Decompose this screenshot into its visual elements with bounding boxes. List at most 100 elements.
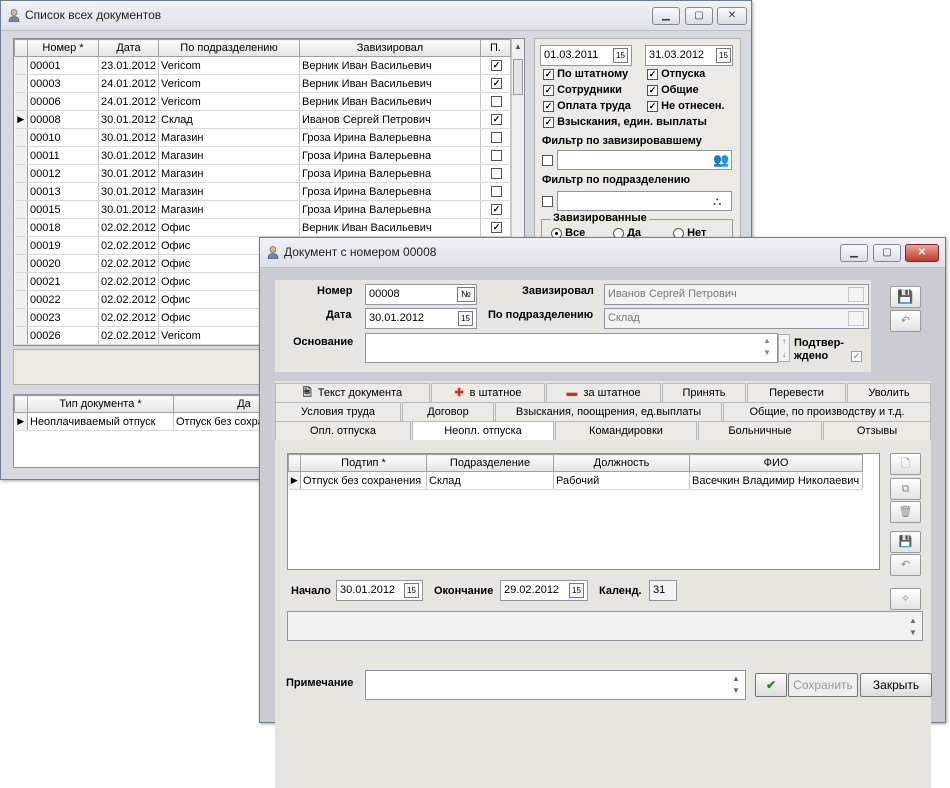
tab-tabs_row3-4[interactable]: Отзывы (823, 421, 931, 440)
header-department[interactable]: Подразделение (426, 454, 554, 472)
signed-lookup-icon[interactable] (848, 287, 864, 302)
header-p[interactable]: П. (480, 39, 511, 57)
confirmed-checkbox[interactable]: ✓ (491, 78, 502, 90)
tab-tabs_row1-1[interactable]: ✚ в штатное (431, 383, 545, 402)
confirmed-cell[interactable] (480, 164, 511, 183)
basis-scroll-arrows[interactable]: ↑ ↓ (778, 334, 790, 362)
note-spinner[interactable]: ▲ ▼ (732, 673, 740, 697)
header-position[interactable]: Должность (553, 454, 690, 472)
table-row[interactable]: 00012 30.01.2012 Магазин Гроза Ирина Валерь… (14, 164, 511, 183)
filter-checkbox-2[interactable]: ✓ Отпуска (647, 68, 705, 80)
scroll-thumb[interactable] (513, 59, 523, 95)
note-field[interactable] (365, 670, 746, 700)
filter-checkbox-7[interactable]: ✓ Взыскания, един. выплаты (543, 116, 707, 128)
tab-tabs_row1-5[interactable]: Уволить (847, 383, 931, 402)
minimize-button[interactable]: ▁ (840, 244, 868, 262)
undo-icon-button[interactable]: ↶ (890, 310, 921, 332)
confirmed-cell[interactable] (480, 182, 511, 201)
confirmed-checkbox[interactable] (491, 186, 502, 198)
wand-button[interactable]: ✧ (890, 588, 921, 610)
confirmed-checkbox[interactable]: ✓ (491, 114, 502, 126)
confirmed-checkbox[interactable]: ✓ (491, 204, 502, 216)
basis-field[interactable] (365, 333, 778, 363)
tab-tabs_row3-1[interactable]: Неопл. отпуска (412, 421, 554, 440)
filter-dept-field[interactable] (557, 191, 732, 211)
tab-tabs_row3-3[interactable]: Больничные (698, 421, 822, 440)
calendar-icon[interactable]: 15 (613, 48, 628, 63)
confirmed-checkbox[interactable] (491, 132, 502, 144)
confirmed-cell[interactable]: ✓ (480, 218, 511, 237)
confirmed-checkbox[interactable]: ✓ (491, 60, 502, 72)
table-row[interactable]: 00013 30.01.2012 Магазин Гроза Ирина Валерь… (14, 182, 511, 201)
filter-signed-checkbox[interactable] (542, 153, 553, 167)
copy-record-button[interactable]: ⧉ (890, 478, 921, 500)
tab-tabs_row3-2[interactable]: Командировки (555, 421, 697, 440)
filter-dept-checkbox[interactable] (542, 194, 553, 208)
document-types-grid[interactable]: Тип документа * Да ▶ Неоплачиваемый отпу… (13, 394, 273, 468)
confirmed-cell[interactable] (480, 146, 511, 165)
tab-tabs_row2-2[interactable]: Взыскания, поощрения, ед.выплаты (495, 402, 722, 421)
tab-tabs_row3-0[interactable]: Опл. отпуска (275, 421, 411, 440)
scroll-up-arrow[interactable]: ▲ (512, 39, 524, 55)
tab-tabs_row2-0[interactable]: Условия труда (275, 402, 401, 421)
maximize-button[interactable]: ▢ (685, 7, 713, 25)
header-date[interactable]: Дата (98, 39, 159, 57)
number-generate-icon[interactable]: № (457, 287, 475, 302)
close-button[interactable]: ✕ (905, 244, 939, 262)
dept-lookup-icon[interactable] (848, 311, 864, 326)
basis-spinner[interactable]: ▲ ▼ (760, 335, 774, 361)
filter-checkbox-4[interactable]: ✓ Общие (647, 84, 699, 96)
tab-tabs_row2-1[interactable]: Договор (402, 402, 494, 421)
table-row[interactable]: 00018 02.02.2012 Офис Верник Иван Васильеви… (14, 218, 511, 237)
filter-checkbox-1[interactable]: ✓ По штатному (543, 68, 628, 80)
comment-area[interactable] (287, 611, 923, 641)
delete-record-button[interactable]: 🗑 (890, 501, 921, 523)
tab-tabs_row1-2[interactable]: ▬ за штатное (546, 383, 661, 402)
calendar-icon[interactable]: 15 (404, 583, 419, 598)
close-dialog-button[interactable]: Закрыть (860, 673, 932, 697)
filter-checkbox-3[interactable]: ✓ Сотрудники (543, 84, 622, 96)
header-department[interactable]: По подразделению (158, 39, 300, 57)
table-row[interactable]: 00006 24.01.2012 Vericom Верник Иван Василь… (14, 92, 511, 111)
org-chart-icon[interactable]: ⛬ (713, 193, 730, 209)
vacation-row[interactable]: ▶ Отпуск без сохранения Склад Рабочий Ва… (288, 471, 863, 490)
undo-record-button[interactable]: ↶ (890, 554, 921, 576)
approve-button[interactable]: ✔ (755, 673, 787, 697)
confirmed-checkbox[interactable]: ✓ (491, 222, 502, 234)
calendar-icon[interactable]: 15 (569, 583, 584, 598)
filter-checkbox-5[interactable]: ✓ Оплата труда (543, 100, 631, 112)
table-row[interactable]: 00001 23.01.2012 Vericom Верник Иван Василь… (14, 56, 511, 75)
cal-days-field[interactable]: 31 (649, 580, 677, 601)
calendar-icon[interactable]: 15 (458, 311, 473, 326)
confirmed-checkbox[interactable] (491, 96, 502, 108)
save-button[interactable]: Сохранить (788, 673, 858, 697)
table-row[interactable]: 00011 30.01.2012 Магазин Гроза Ирина Валерь… (14, 146, 511, 165)
new-record-button[interactable]: 🗋 (890, 453, 921, 475)
confirmed-cell[interactable]: ✓ (480, 110, 511, 129)
header-number[interactable]: Номер * (27, 39, 99, 57)
confirmed-checkbox[interactable]: ✓ (851, 349, 862, 363)
save-icon-button[interactable]: 💾 (890, 286, 921, 308)
signed-field[interactable]: Иванов Сергей Петрович (604, 284, 869, 305)
calendar-icon[interactable]: 15 (716, 48, 731, 63)
close-button[interactable]: ✕ (717, 7, 747, 25)
tab-tabs_row2-3[interactable]: Общие, по производству и т.д. (723, 402, 931, 421)
table-row[interactable]: 00003 24.01.2012 Vericom Верник Иван Василь… (14, 74, 511, 93)
tab-tabs_row1-0[interactable]: 🖹 Текст документа (275, 383, 430, 402)
table-row[interactable]: 00015 30.01.2012 Магазин Гроза Ирина Валерь… (14, 200, 511, 219)
header-fio[interactable]: ФИО (689, 454, 863, 472)
tab-tabs_row1-4[interactable]: Перевести (747, 383, 846, 402)
vacation-grid[interactable]: Подтип * Подразделение Должность ФИО ▶ О… (287, 453, 880, 570)
tab-tabs_row1-3[interactable]: Принять (662, 383, 746, 402)
document-type-row[interactable]: ▶ Неоплачиваемый отпуск Отпуск без сохра (14, 412, 272, 431)
confirmed-cell[interactable]: ✓ (480, 56, 511, 75)
header-doc-type[interactable]: Тип документа * (27, 395, 174, 413)
table-row[interactable]: ▶ 00008 30.01.2012 Склад Иванов Сергей Петро… (14, 110, 511, 129)
save-record-button[interactable]: 💾 (890, 531, 921, 553)
confirmed-checkbox[interactable] (491, 150, 502, 162)
filter-checkbox-6[interactable]: ✓ Не отнесен. (647, 100, 725, 112)
confirmed-checkbox[interactable] (491, 168, 502, 180)
confirmed-cell[interactable] (480, 128, 511, 147)
header-subtype[interactable]: Подтип * (300, 454, 427, 472)
header-signed[interactable]: Завизировал (299, 39, 481, 57)
